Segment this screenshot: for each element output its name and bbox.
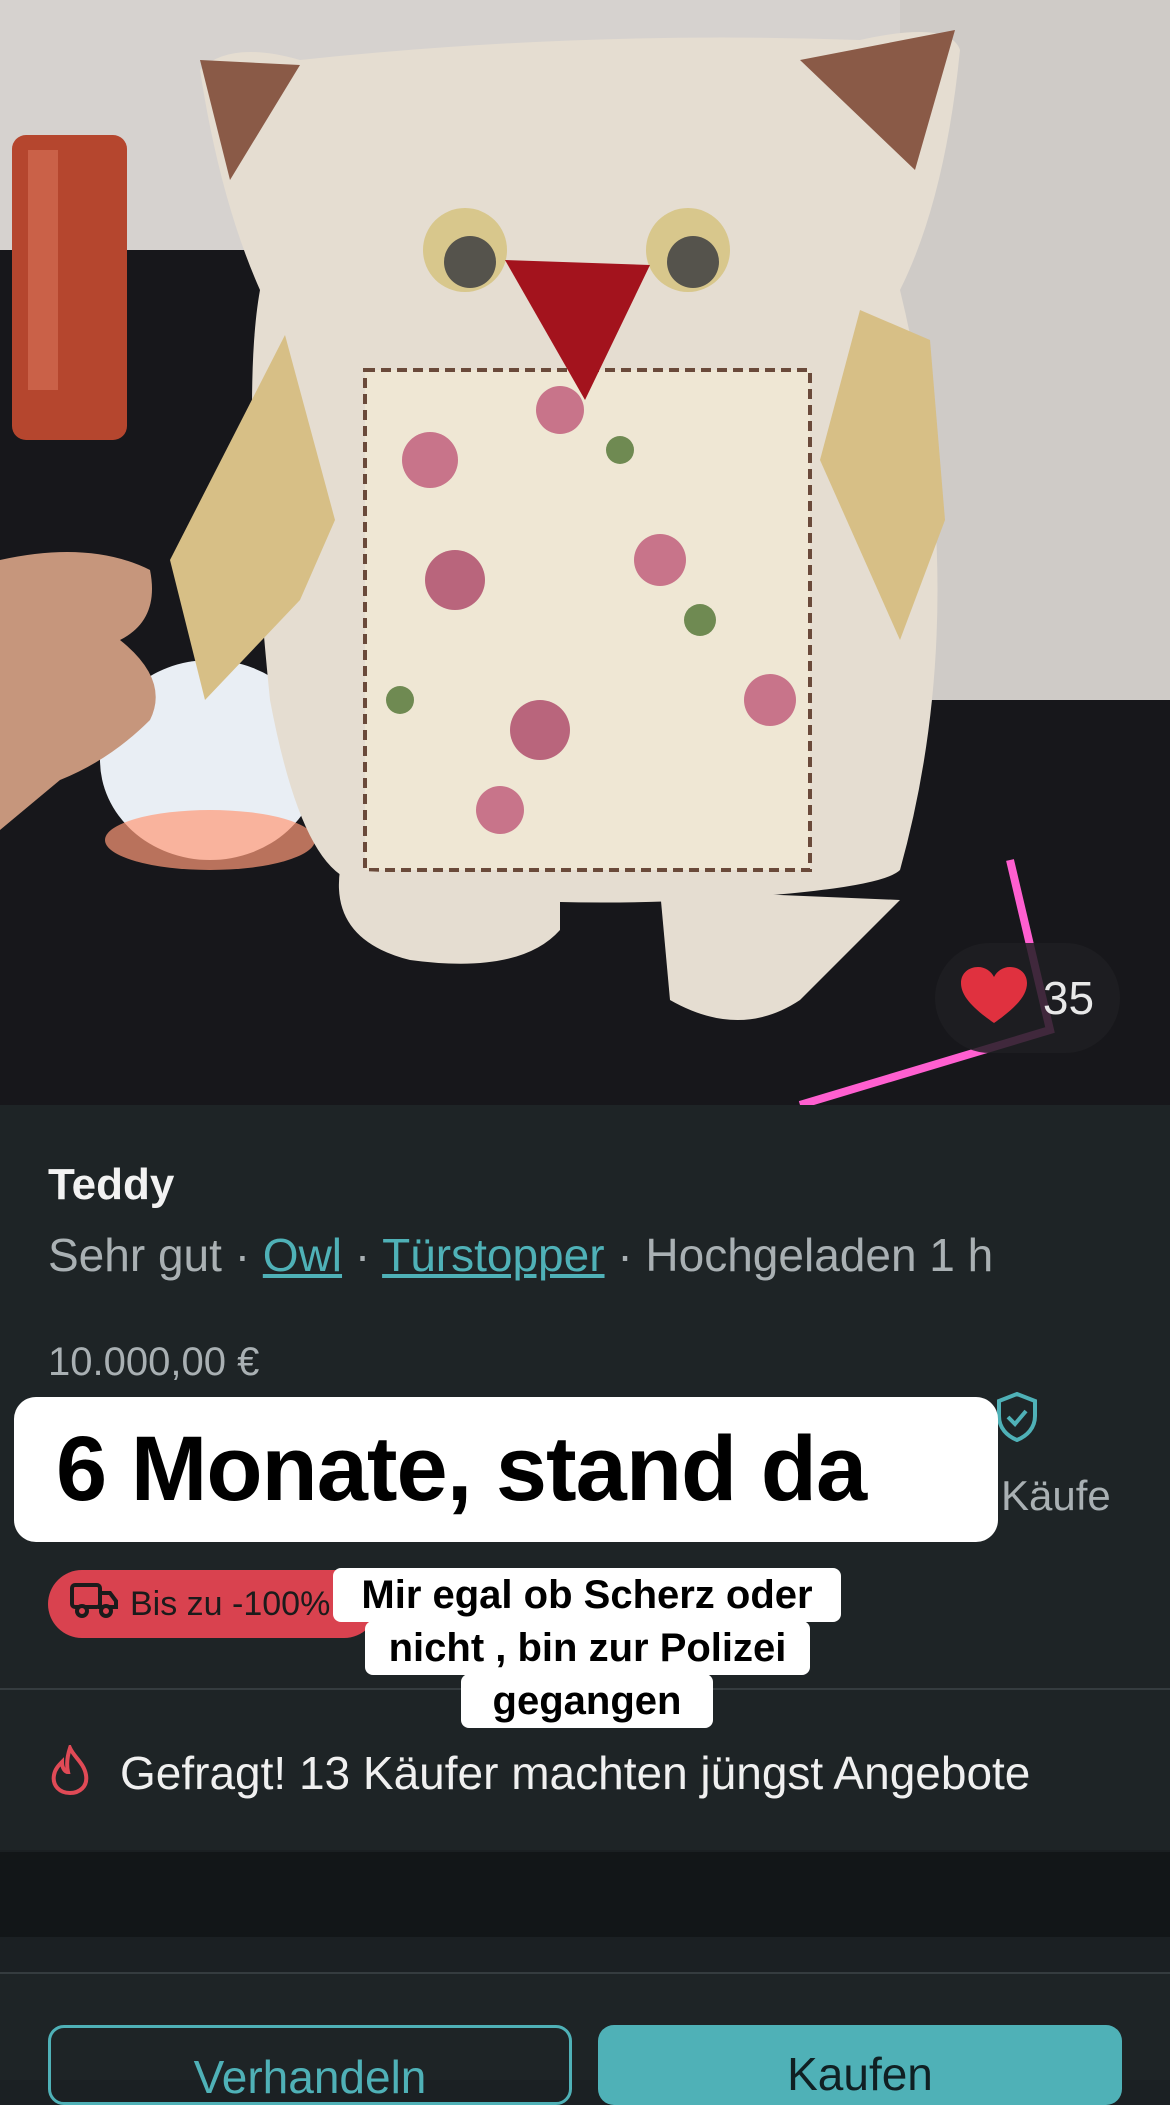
category-link[interactable]: Türstopper [382,1229,604,1281]
separator: · [234,1229,251,1281]
listing-price: 10.000,00 € [48,1340,260,1384]
listing-title: Teddy [48,1160,175,1209]
overlay-caption-line: nicht , bin zur Polizei [365,1621,810,1675]
listing-meta: Sehr gut · Owl · Türstopper · Hochgelade… [48,1228,993,1282]
flame-icon [48,1742,92,1800]
buy-button[interactable]: Kaufen [598,2025,1122,2105]
buyer-protection-label[interactable]: Käufe [1001,1472,1111,1520]
heart-icon [960,966,1027,1030]
overlay-caption-line: Mir egal ob Scherz oder [333,1568,841,1622]
make-offer-button[interactable]: Verhandeln [48,2025,572,2105]
favorite-button[interactable]: 35 [935,943,1120,1053]
section-gap [0,1852,1170,1937]
product-photo[interactable]: 35 [0,0,1170,1105]
buyer-protection-shield-icon[interactable] [995,1391,1039,1447]
truck-icon [70,1581,118,1628]
brand-link[interactable]: Owl [263,1229,342,1281]
demand-text: Gefragt! 13 Käufer machten jüngst Angebo… [120,1746,1031,1799]
separator: · [354,1229,371,1281]
condition-label: Sehr gut [48,1229,222,1281]
favorite-count: 35 [1042,972,1095,1024]
overlay-caption-line: gegangen [461,1674,713,1728]
separator: · [617,1229,633,1281]
shipping-discount-badge[interactable]: Bis zu -100% [48,1570,378,1638]
owl-doorstop-image [0,0,1170,1105]
overlay-caption-main: 6 Monate, stand da [14,1397,998,1542]
shipping-discount-text: Bis zu -100% [130,1584,331,1623]
upload-time: Hochgeladen 1 h [645,1229,994,1281]
divider [0,1972,1170,1974]
demand-notice: Gefragt! 13 Käufer machten jüngst Angebo… [48,1742,1031,1800]
